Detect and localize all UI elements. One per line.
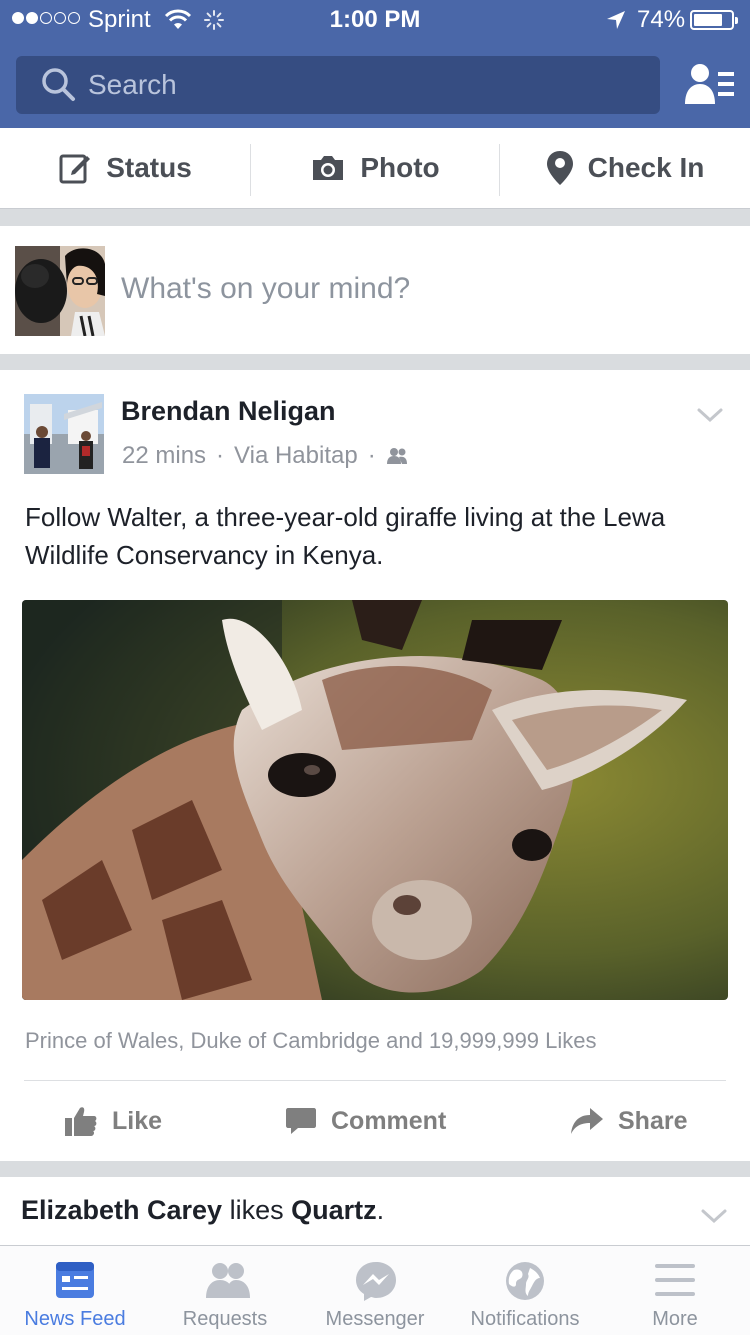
like-button[interactable]: Like	[64, 1081, 162, 1161]
location-arrow-icon	[607, 11, 625, 29]
tab-label: Messenger	[325, 1308, 425, 1330]
battery-percent: 74%	[637, 6, 686, 33]
news-feed-icon	[56, 1262, 94, 1298]
post-source[interactable]: Via Habitap	[234, 442, 358, 470]
check-in-button[interactable]: Check In	[500, 128, 750, 208]
story-headline: Elizabeth Carey likes Quartz.	[21, 1195, 384, 1226]
tab-messenger[interactable]: Messenger	[300, 1246, 450, 1335]
thumbs-up-icon	[65, 1107, 97, 1136]
post-photo[interactable]	[22, 600, 728, 1000]
camera-icon	[313, 156, 344, 180]
check-in-label: Check In	[587, 152, 705, 183]
story-page[interactable]: Quartz	[291, 1195, 377, 1225]
tab-label: Requests	[182, 1308, 268, 1330]
messenger-icon	[356, 1262, 396, 1301]
status-button[interactable]: Status	[0, 128, 250, 208]
share-label: Share	[618, 1106, 688, 1135]
tab-notifications[interactable]: Notifications	[450, 1246, 600, 1335]
meta-separator: ·	[216, 442, 225, 469]
avatar	[15, 246, 105, 336]
status-composer[interactable]: What's on your mind?	[0, 226, 750, 354]
tab-more[interactable]: More	[600, 1246, 750, 1335]
post-time[interactable]: 22 mins	[122, 442, 206, 470]
comment-icon	[286, 1108, 316, 1134]
tab-requests[interactable]: Requests	[150, 1246, 300, 1335]
story-verb: likes	[229, 1195, 284, 1225]
tab-label: News Feed	[24, 1308, 126, 1330]
likes-summary[interactable]: Prince of Wales, Duke of Cambridge and 1…	[25, 1028, 597, 1054]
location-pin-icon	[546, 151, 573, 185]
status-bar: Sprint 1:00 PM 74%	[0, 0, 750, 40]
search-placeholder: Search	[88, 69, 177, 100]
requests-icon	[206, 1263, 250, 1298]
comment-button[interactable]: Comment	[285, 1081, 446, 1161]
feed-post: Brendan Neligan 22 mins · Via Habitap · …	[0, 370, 750, 1161]
like-label: Like	[112, 1106, 163, 1135]
author-name[interactable]: Brendan Neligan	[121, 396, 336, 427]
author-avatar[interactable]	[24, 394, 104, 474]
chevron-down-icon[interactable]	[696, 406, 724, 424]
post-text: Follow Walter, a three-year-old giraffe …	[25, 502, 666, 570]
bottom-tab-bar: News Feed Requests Messenger Notificatio…	[0, 1245, 750, 1335]
friends-list-icon[interactable]	[684, 62, 736, 106]
battery-icon	[690, 10, 738, 30]
top-header: Sprint 1:00 PM 74% Search	[0, 0, 750, 128]
tab-news-feed[interactable]: News Feed	[0, 1246, 150, 1335]
friends-audience-icon	[386, 448, 407, 464]
photo-button[interactable]: Photo	[250, 128, 500, 208]
composer-placeholder: What's on your mind?	[121, 272, 411, 305]
status-label: Status	[106, 152, 192, 183]
search-input[interactable]: Search	[16, 56, 660, 114]
share-arrow-icon	[571, 1108, 603, 1134]
story-actor[interactable]: Elizabeth Carey	[21, 1195, 222, 1225]
next-feed-story[interactable]: Elizabeth Carey likes Quartz.	[0, 1177, 750, 1245]
menu-icon	[655, 1264, 695, 1296]
composer-action-bar: Status Photo Check In	[0, 128, 750, 209]
post-meta: 22 mins · Via Habitap ·	[122, 442, 408, 470]
story-punct: .	[376, 1195, 385, 1225]
search-icon	[42, 68, 75, 101]
photo-label: Photo	[360, 152, 440, 183]
share-button[interactable]: Share	[570, 1081, 687, 1161]
tab-label: Notifications	[470, 1308, 580, 1330]
comment-label: Comment	[331, 1106, 447, 1135]
meta-separator: ·	[367, 442, 376, 469]
chevron-down-icon[interactable]	[700, 1207, 728, 1225]
tab-label: More	[652, 1308, 698, 1330]
globe-icon	[506, 1262, 544, 1300]
edit-icon	[59, 154, 91, 184]
